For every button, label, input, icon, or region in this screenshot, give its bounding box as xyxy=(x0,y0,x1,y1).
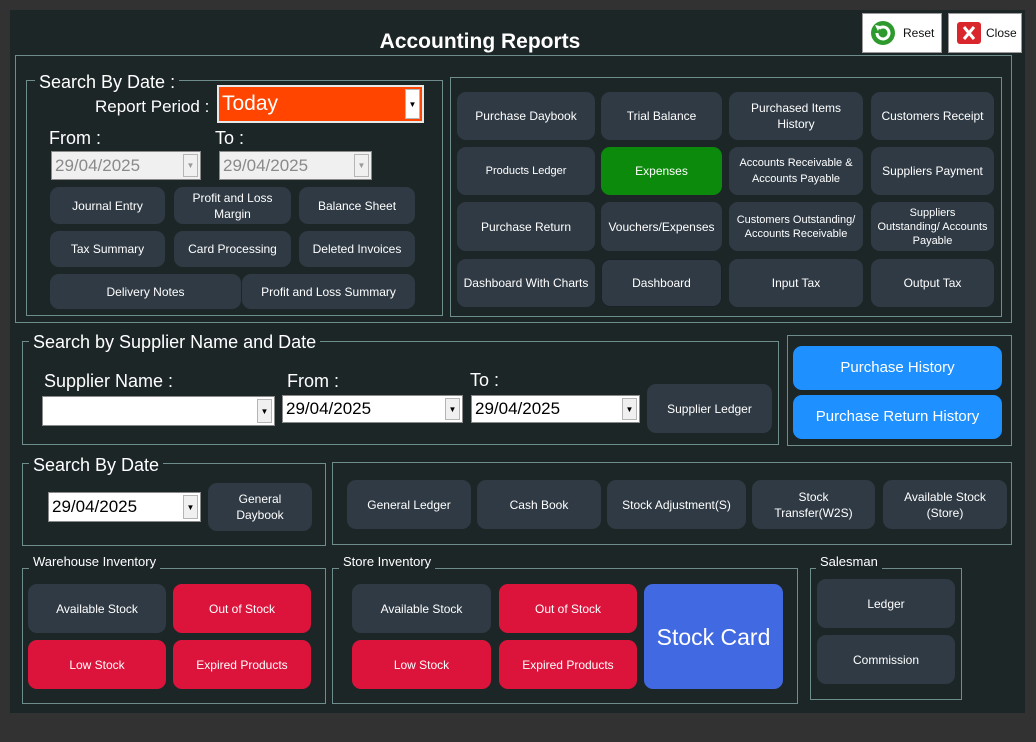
supplier-search-legend: Search by Supplier Name and Date xyxy=(29,332,321,352)
store-expired-products-button[interactable]: Expired Products xyxy=(499,640,637,689)
supplier-from-label: From : xyxy=(287,371,339,391)
purchased-items-history-button[interactable]: Purchased Items History xyxy=(729,92,863,140)
supplier-to-label: To : xyxy=(470,370,500,390)
supplier-from-date-picker[interactable]: 29/04/2025 ▼ xyxy=(282,395,463,423)
salesman-ledger-button[interactable]: Ledger xyxy=(817,579,955,628)
stock-card-button[interactable]: Stock Card xyxy=(644,584,783,689)
store-out-of-stock-button[interactable]: Out of Stock xyxy=(499,584,637,633)
close-button[interactable]: Close xyxy=(948,13,1022,53)
warehouse-inventory-legend: Warehouse Inventory xyxy=(29,554,161,569)
expenses-button[interactable]: Expenses xyxy=(601,147,722,195)
report-period-label: Report Period : xyxy=(95,97,210,116)
supplier-from-date-value: 29/04/2025 xyxy=(286,399,372,418)
tax-summary-button[interactable]: Tax Summary xyxy=(50,231,165,267)
customers-outstanding-button[interactable]: Customers Outstanding/ Accounts Receivab… xyxy=(729,202,863,251)
to-date-picker[interactable]: 29/04/2025 ▼ xyxy=(219,151,372,180)
report-period-select[interactable]: Today ▼ xyxy=(217,85,424,123)
store-low-stock-button[interactable]: Low Stock xyxy=(352,640,491,689)
reset-button[interactable]: Reset xyxy=(862,13,942,53)
warehouse-available-stock-button[interactable]: Available Stock xyxy=(28,584,166,633)
stock-adjustment-button[interactable]: Stock Adjustment(S) xyxy=(607,480,746,529)
close-label: Close xyxy=(986,26,1017,40)
search-by-date-legend: Search By Date : xyxy=(35,72,180,92)
customers-receipt-button[interactable]: Customers Receipt xyxy=(871,92,994,140)
input-tax-button[interactable]: Input Tax xyxy=(729,259,863,307)
chevron-down-icon: ▼ xyxy=(354,154,369,177)
salesman-legend: Salesman xyxy=(816,554,882,569)
reset-label: Reset xyxy=(903,26,935,40)
accounting-reports-window: Accounting Reports Reset Close Search By… xyxy=(10,10,1025,713)
accounts-receivable-payable-button[interactable]: Accounts Receivable & Accounts Payable xyxy=(729,147,863,195)
general-ledger-button[interactable]: General Ledger xyxy=(347,480,471,529)
general-date-picker[interactable]: 29/04/2025 ▼ xyxy=(48,492,201,522)
report-period-value: Today xyxy=(222,92,279,115)
profit-loss-summary-button[interactable]: Profit and Loss Summary xyxy=(242,274,415,309)
chevron-down-icon: ▼ xyxy=(445,398,460,420)
products-ledger-button[interactable]: Products Ledger xyxy=(457,147,595,195)
deleted-invoices-button[interactable]: Deleted Invoices xyxy=(299,231,415,267)
chevron-down-icon: ▼ xyxy=(257,399,272,423)
delivery-notes-button[interactable]: Delivery Notes xyxy=(50,274,241,309)
to-label: To : xyxy=(215,128,245,148)
profit-loss-margin-button[interactable]: Profit and Loss Margin xyxy=(174,187,291,224)
chevron-down-icon: ▼ xyxy=(622,398,637,420)
purchase-daybook-button[interactable]: Purchase Daybook xyxy=(457,92,595,140)
vouchers-expenses-button[interactable]: Vouchers/Expenses xyxy=(601,202,722,251)
dashboard-button[interactable]: Dashboard xyxy=(601,259,722,307)
purchase-return-history-button[interactable]: Purchase Return History xyxy=(793,395,1002,439)
warehouse-out-of-stock-button[interactable]: Out of Stock xyxy=(173,584,311,633)
supplier-to-date-value: 29/04/2025 xyxy=(475,399,561,418)
from-date-picker[interactable]: 29/04/2025 ▼ xyxy=(51,151,201,180)
salesman-commission-button[interactable]: Commission xyxy=(817,635,955,684)
chevron-down-icon: ▼ xyxy=(183,495,198,519)
purchase-history-button[interactable]: Purchase History xyxy=(793,346,1002,390)
supplier-name-label: Supplier Name : xyxy=(44,371,174,391)
supplier-name-select[interactable]: ▼ xyxy=(42,396,275,426)
journal-entry-button[interactable]: Journal Entry xyxy=(50,187,165,224)
stock-transfer-button[interactable]: Stock Transfer(W2S) xyxy=(752,480,875,529)
purchase-return-button[interactable]: Purchase Return xyxy=(457,202,595,251)
to-date-value: 29/04/2025 xyxy=(223,155,309,175)
refresh-icon xyxy=(869,19,897,47)
suppliers-payment-button[interactable]: Suppliers Payment xyxy=(871,147,994,195)
chevron-down-icon: ▼ xyxy=(405,89,420,119)
supplier-to-date-picker[interactable]: 29/04/2025 ▼ xyxy=(471,395,640,423)
dashboard-with-charts-button[interactable]: Dashboard With Charts xyxy=(457,259,595,307)
from-date-value: 29/04/2025 xyxy=(55,155,141,175)
suppliers-outstanding-button[interactable]: Suppliers Outstanding/ Accounts Payable xyxy=(871,202,994,251)
search-by-date2-legend: Search By Date xyxy=(29,455,164,475)
trial-balance-button[interactable]: Trial Balance xyxy=(601,92,722,140)
close-icon xyxy=(955,19,983,47)
warehouse-low-stock-button[interactable]: Low Stock xyxy=(28,640,166,689)
store-inventory-legend: Store Inventory xyxy=(339,554,436,569)
general-date-value: 29/04/2025 xyxy=(52,497,138,516)
window-title: Accounting Reports xyxy=(379,30,581,53)
supplier-ledger-button[interactable]: Supplier Ledger xyxy=(647,384,772,433)
output-tax-button[interactable]: Output Tax xyxy=(871,259,994,307)
from-label: From : xyxy=(49,128,101,148)
cash-book-button[interactable]: Cash Book xyxy=(477,480,601,529)
warehouse-expired-products-button[interactable]: Expired Products xyxy=(173,640,311,689)
store-available-stock-button[interactable]: Available Stock xyxy=(352,584,491,633)
general-daybook-button[interactable]: General Daybook xyxy=(208,483,312,531)
balance-sheet-button[interactable]: Balance Sheet xyxy=(299,187,415,224)
available-stock-store-button[interactable]: Available Stock (Store) xyxy=(883,480,1007,529)
chevron-down-icon: ▼ xyxy=(183,154,198,177)
card-processing-button[interactable]: Card Processing xyxy=(174,231,291,267)
